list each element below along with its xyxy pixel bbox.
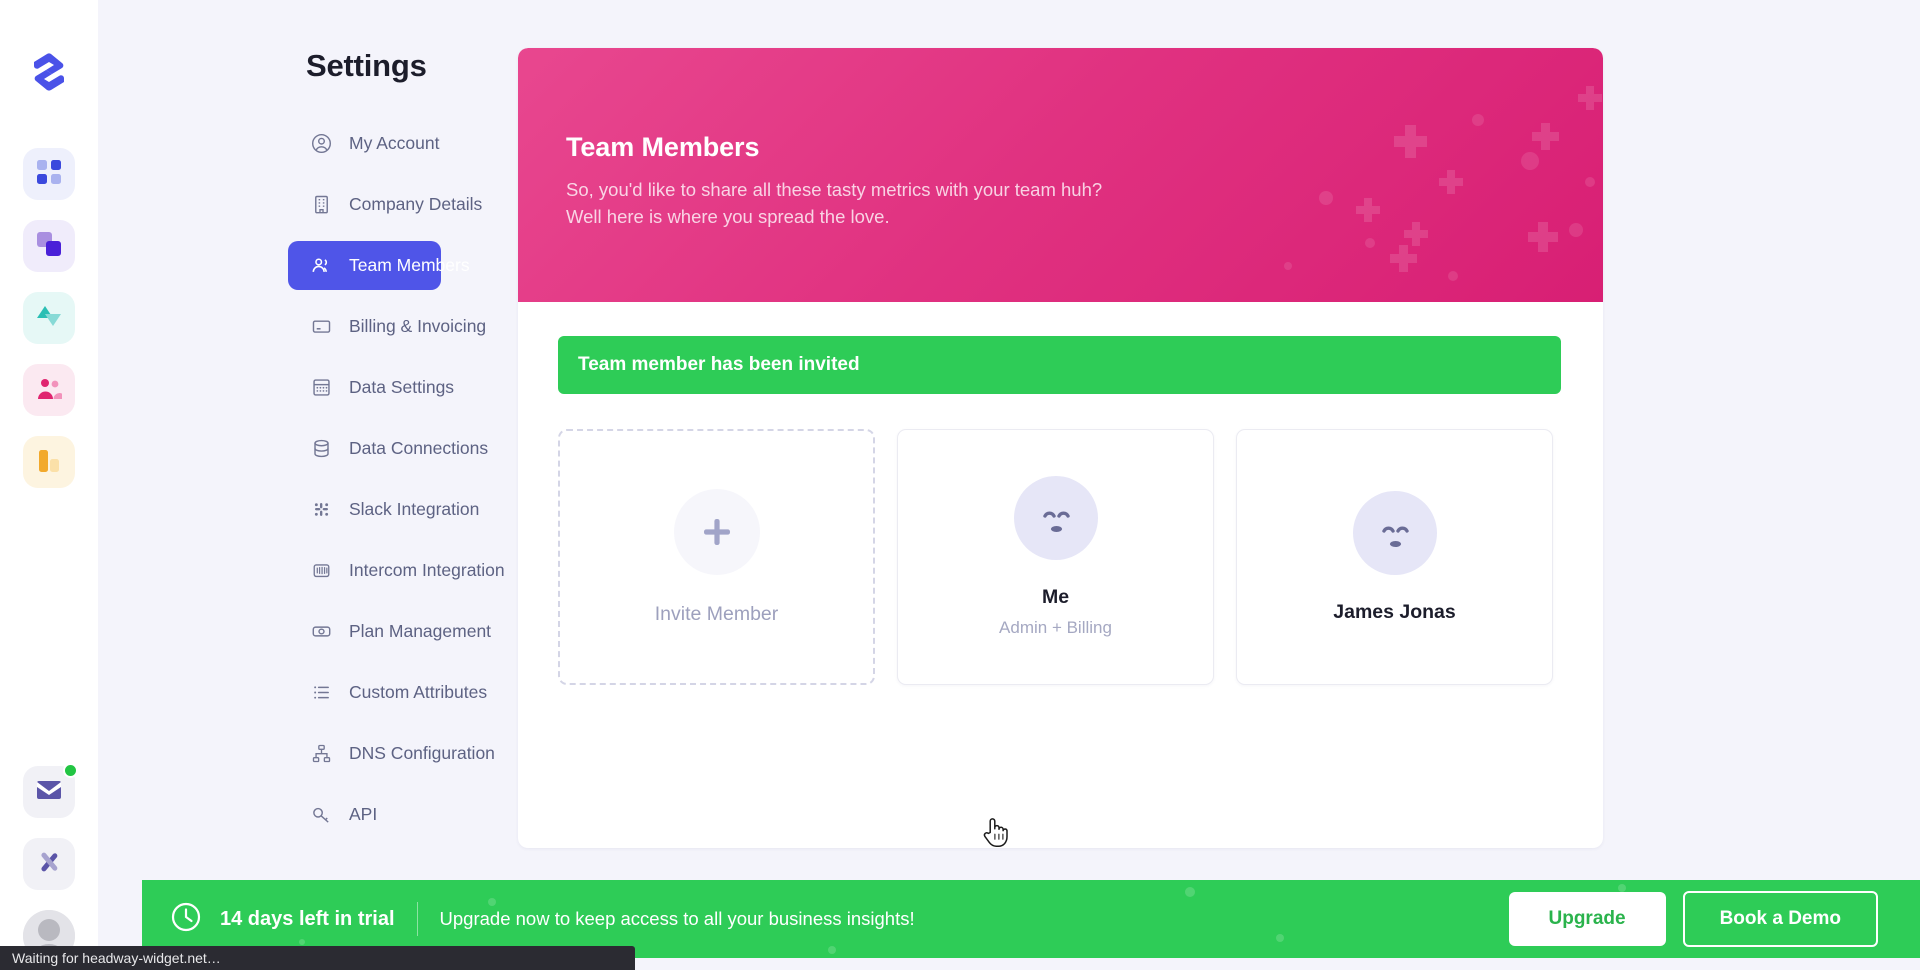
plus-icon	[673, 488, 760, 575]
rail-item-dashboard[interactable]	[23, 148, 75, 200]
hero-subtitle-line1: So, you'd like to share all these tasty …	[566, 179, 1103, 200]
sidebar-item-label: Plan Management	[349, 621, 492, 641]
invite-member-label: Invite Member	[654, 602, 779, 625]
settings-nav-list: My Account Company Details Team Members …	[98, 119, 518, 851]
sitemap-icon	[310, 743, 332, 765]
layers-icon	[36, 231, 62, 262]
team-members-card: Team Members So, you'd like to share all…	[518, 48, 1603, 848]
hero-title: Team Members	[566, 132, 760, 162]
sidebar-item-team-members[interactable]: Team Members	[288, 241, 470, 290]
intercom-icon	[310, 560, 332, 582]
sidebar-item-data-connections[interactable]: Data Connections	[288, 424, 488, 473]
rail-item-close[interactable]	[23, 838, 75, 890]
list-icon	[310, 682, 332, 704]
card-icon	[310, 316, 332, 338]
browser-status-bar: Waiting for headway-widget.net…	[0, 946, 635, 970]
icon-rail	[0, 0, 98, 970]
dashboard-icon	[36, 159, 62, 190]
rail-item-inbox[interactable]	[23, 763, 78, 818]
upgrade-button[interactable]: Upgrade	[1508, 892, 1666, 946]
sidebar-item-label: Team Members	[349, 255, 470, 275]
mail-icon	[36, 780, 62, 805]
alert-container: Team member has been invited	[518, 302, 1603, 394]
sidebar-item-dns-configuration[interactable]: DNS Configuration	[288, 729, 495, 778]
trial-left-group: 14 days left in trial	[170, 901, 395, 938]
sidebar-item-label: Company Details	[349, 194, 483, 214]
member-role: Admin + Billing	[999, 618, 1112, 637]
sidebar-item-label: Billing & Invoicing	[349, 316, 487, 336]
rail-bottom-group	[0, 763, 98, 962]
member-name: Me	[1041, 586, 1070, 608]
trial-actions: Upgrade Book a Demo	[1508, 891, 1878, 947]
trial-message: Upgrade now to keep access to all your b…	[439, 908, 915, 929]
sidebar-item-label: Intercom Integration	[349, 560, 505, 580]
smiley-avatar	[1013, 476, 1098, 560]
trial-days-text: 14 days left in trial	[220, 907, 395, 930]
hero-banner: Team Members So, you'd like to share all…	[518, 48, 1603, 302]
sidebar-item-my-account[interactable]: My Account	[288, 119, 441, 168]
sidebar-item-intercom-integration[interactable]: Intercom Integration	[288, 546, 505, 595]
bar-chart-icon	[36, 447, 62, 478]
book-a-demo-button[interactable]: Book a Demo	[1682, 891, 1878, 947]
sidebar-item-company-details[interactable]: Company Details	[288, 180, 482, 229]
sidebar-item-slack-integration[interactable]: Slack Integration	[288, 485, 479, 534]
sidebar-item-custom-attributes[interactable]: Custom Attributes	[288, 668, 487, 717]
sidebar-item-label: DNS Configuration	[349, 743, 495, 763]
rail-item-customers[interactable]	[23, 364, 75, 416]
sidebar-item-label: API	[349, 804, 378, 824]
settings-nav-column: Settings My Account Company Details Team…	[98, 0, 518, 970]
database-icon	[310, 438, 332, 460]
page-title: Settings	[306, 48, 427, 83]
main-content: Team Members So, you'd like to share all…	[518, 0, 1920, 970]
member-card-james-jonas[interactable]: James Jonas	[1236, 429, 1553, 685]
sidebar-item-plan-management[interactable]: Plan Management	[288, 607, 491, 656]
people-icon	[36, 375, 62, 406]
sidebar-item-api[interactable]: API	[288, 790, 441, 839]
app-logo[interactable]	[21, 44, 77, 100]
sidebar-item-label: Data Connections	[349, 438, 489, 458]
sidebar-item-label: Custom Attributes	[349, 682, 488, 702]
invite-member-card[interactable]: Invite Member	[558, 429, 875, 685]
hero-subtitle-line2: Well here is where you spread the love.	[566, 206, 890, 228]
key-icon	[310, 804, 332, 826]
rail-item-list	[23, 148, 75, 488]
banknote-icon	[310, 621, 332, 643]
sidebar-item-label: Data Settings	[349, 377, 455, 397]
notification-dot	[63, 763, 78, 778]
member-card-me[interactable]: Me Admin + Billing	[897, 429, 1214, 685]
grid-table-icon	[310, 377, 332, 399]
success-alert: Team member has been invited	[558, 336, 1561, 394]
rail-item-goals[interactable]	[23, 292, 75, 344]
rail-item-reports[interactable]	[23, 436, 75, 488]
sidebar-item-billing-invoicing[interactable]: Billing & Invoicing	[288, 302, 486, 351]
sidebar-item-data-settings[interactable]: Data Settings	[288, 363, 454, 412]
clock-icon	[170, 901, 202, 938]
sidebar-item-label: Slack Integration	[349, 499, 480, 519]
rail-item-boards[interactable]	[23, 220, 75, 272]
hero-decoration	[1284, 86, 1602, 281]
member-name: James Jonas	[1333, 600, 1456, 623]
slack-icon	[310, 499, 332, 521]
app-root: Settings My Account Company Details Team…	[0, 0, 1920, 970]
user-circle-icon	[310, 133, 332, 155]
team-icon	[310, 255, 332, 277]
close-icon	[36, 849, 62, 880]
status-text: Waiting for headway-widget.net…	[12, 950, 221, 966]
smiley-avatar	[1352, 490, 1437, 575]
member-card-grid: Invite Member Me Admin + Billing James J…	[518, 394, 1603, 685]
sidebar-item-label: My Account	[349, 133, 440, 153]
triangles-icon	[36, 303, 62, 334]
building-icon	[310, 194, 332, 216]
